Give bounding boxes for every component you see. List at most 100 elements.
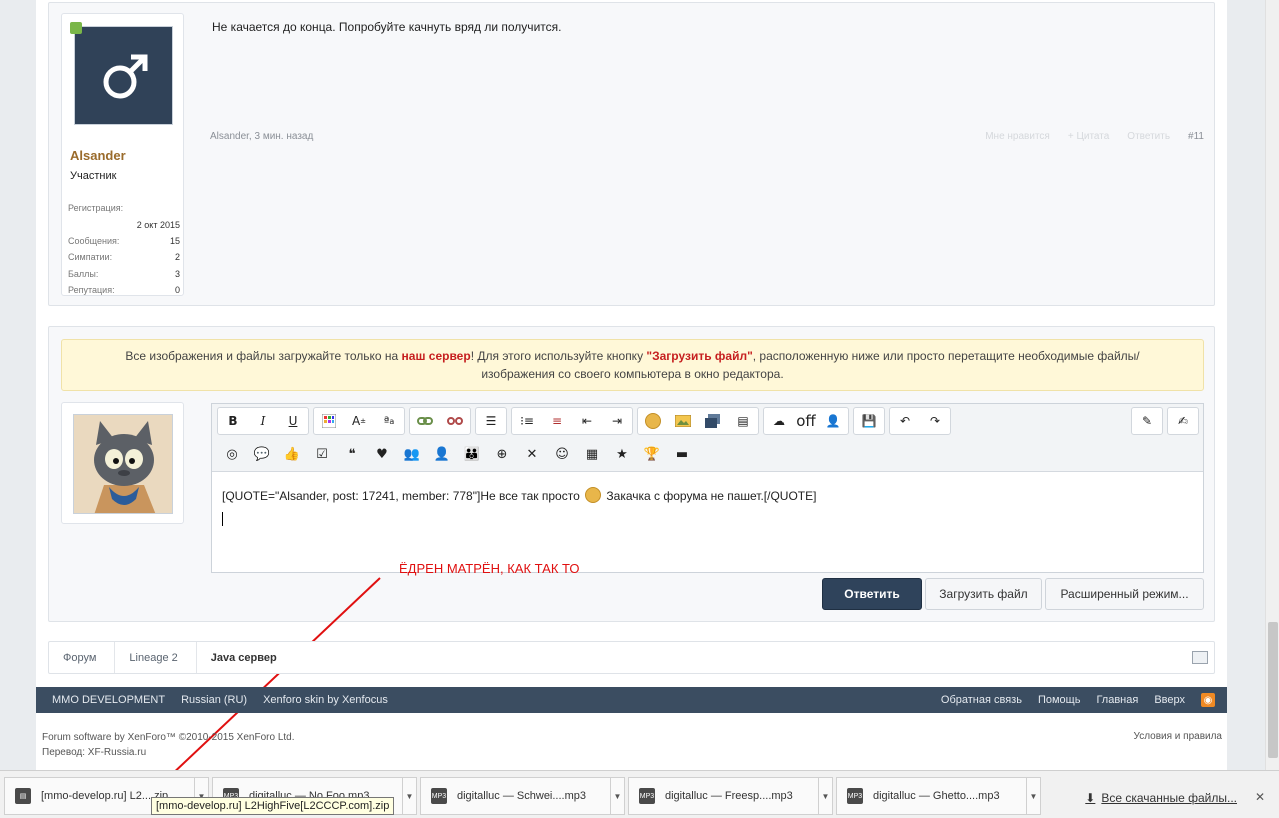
stat-label: Симпатии: bbox=[68, 252, 113, 263]
notice-text: Все изображения и файлы загружайте тольк… bbox=[125, 349, 402, 363]
font-group: A ± ªa bbox=[313, 407, 405, 435]
footer-feedback[interactable]: Обратная связь bbox=[941, 694, 1022, 706]
calendar-icon[interactable]: ▦ bbox=[577, 441, 607, 467]
folder-icon[interactable]: ▬ bbox=[667, 441, 697, 467]
forum-post: Alsander Участник Регистрация: 2 окт 201… bbox=[48, 2, 1215, 306]
bullet-list-icon[interactable]: ⁝≡ bbox=[512, 408, 542, 434]
footer-skin[interactable]: Xenforo skin by Xenfocus bbox=[263, 694, 388, 706]
image-icon[interactable] bbox=[668, 408, 698, 434]
thumbs-up-icon[interactable]: 👍 bbox=[277, 441, 307, 467]
redo-icon[interactable]: ↷ bbox=[920, 408, 950, 434]
chevron-down-icon[interactable]: ▼ bbox=[610, 778, 624, 814]
save-draft-icon[interactable]: 💾 bbox=[854, 408, 884, 434]
footer-bar: MMO DEVELOPMENT Russian (RU) Xenforo ski… bbox=[36, 687, 1227, 713]
chevron-down-icon[interactable]: ▼ bbox=[1026, 778, 1040, 814]
close-icon[interactable]: ✕ bbox=[517, 441, 547, 467]
breadcrumb-java-server[interactable]: Java сервер bbox=[197, 642, 295, 673]
align-group: ☰ bbox=[475, 407, 507, 435]
group-icon[interactable]: 👥 bbox=[397, 441, 427, 467]
heart-icon[interactable]: ♥ bbox=[367, 441, 397, 467]
code-icon[interactable]: ▤ bbox=[728, 408, 758, 434]
user-add-icon[interactable]: ⊕ bbox=[487, 441, 517, 467]
eraser-group: ✎ bbox=[1131, 407, 1163, 435]
off-button[interactable]: off bbox=[794, 408, 818, 434]
footer-right: Обратная связь Помощь Главная Вверх ◉ bbox=[941, 693, 1215, 707]
underline-button[interactable]: U bbox=[278, 408, 308, 434]
remove-format-icon[interactable]: ✎ bbox=[1132, 408, 1162, 434]
toggle-group: ✍ bbox=[1167, 407, 1199, 435]
download-filename: digitalluc — Freesp....mp3 bbox=[665, 790, 793, 802]
cloud-icon[interactable]: ☁ bbox=[764, 408, 794, 434]
download-arrow-icon: ⬇ bbox=[1085, 791, 1096, 805]
stat-value: 0 bbox=[174, 285, 180, 296]
online-status-icon bbox=[70, 22, 82, 34]
link-icon[interactable] bbox=[410, 408, 440, 434]
rss-icon[interactable]: ◉ bbox=[1201, 693, 1215, 707]
stat-value[interactable]: 15 bbox=[170, 236, 180, 246]
font-family-icon[interactable]: ªa bbox=[374, 408, 404, 434]
user-mention-icon[interactable]: 👤 bbox=[818, 408, 848, 434]
breadcrumb-lineage2[interactable]: Lineage 2 bbox=[115, 642, 197, 673]
advanced-mode-button[interactable]: Расширенный режим... bbox=[1045, 578, 1204, 610]
footer-help[interactable]: Помощь bbox=[1038, 694, 1081, 706]
download-item[interactable]: MP3 digitalluc — Freesp....mp3 ▼ bbox=[628, 777, 833, 815]
footer-language[interactable]: Russian (RU) bbox=[181, 694, 247, 706]
footer-top[interactable]: Вверх bbox=[1154, 694, 1185, 706]
unlink-icon[interactable] bbox=[440, 408, 470, 434]
breadcrumb-forum[interactable]: Форум bbox=[49, 642, 116, 673]
comments-icon[interactable]: 💬 bbox=[247, 441, 277, 467]
list-group: ⁝≡ ≡ ⇤ ⇥ bbox=[511, 407, 633, 435]
quote-link[interactable]: + Цитата bbox=[1068, 131, 1109, 142]
quote-icon[interactable]: ❝ bbox=[337, 441, 367, 467]
editor-content[interactable]: [QUOTE="Alsander, post: 17241, member: 7… bbox=[222, 487, 816, 503]
post-number[interactable]: #11 bbox=[1188, 131, 1204, 142]
undo-icon[interactable]: ↶ bbox=[890, 408, 920, 434]
username[interactable]: Alsander bbox=[70, 148, 126, 163]
notice-server-link[interactable]: наш сервер bbox=[402, 349, 471, 363]
smiley-icon[interactable] bbox=[638, 408, 668, 434]
download-filename: digitalluc — Ghetto....mp3 bbox=[873, 790, 1000, 802]
reply-link[interactable]: Ответить bbox=[1127, 131, 1170, 142]
notice-text-line2: изображения со своего компьютера в окно … bbox=[481, 367, 784, 381]
font-size-icon[interactable]: A ± bbox=[344, 408, 374, 434]
download-filename: [mmo-develop.ru] L2....zip bbox=[41, 790, 169, 802]
post-author-time[interactable]: Alsander, 3 мин. назад bbox=[210, 131, 313, 142]
upload-file-button[interactable]: Загрузить файл bbox=[925, 578, 1042, 610]
page-scrollbar[interactable] bbox=[1265, 0, 1279, 770]
avatar[interactable] bbox=[73, 414, 173, 514]
outdent-icon[interactable]: ⇤ bbox=[572, 408, 602, 434]
stat-value[interactable]: 3 bbox=[175, 269, 180, 279]
star-icon[interactable]: ★ bbox=[607, 441, 637, 467]
trophy-icon[interactable]: 🏆 bbox=[637, 441, 667, 467]
hide-icon[interactable]: ◎ bbox=[217, 441, 247, 467]
checkbox-icon[interactable]: ☑ bbox=[307, 441, 337, 467]
close-icon[interactable]: ✕ bbox=[1255, 790, 1265, 804]
smile-icon[interactable]: ☺ bbox=[547, 441, 577, 467]
users-icon[interactable]: 👪 bbox=[457, 441, 487, 467]
indent-icon[interactable]: ⇥ bbox=[602, 408, 632, 434]
italic-button[interactable]: I bbox=[248, 408, 278, 434]
toggle-bbcode-icon[interactable]: ✍ bbox=[1168, 408, 1198, 434]
like-link[interactable]: Мне нравится bbox=[985, 131, 1050, 142]
jump-menu-icon[interactable] bbox=[1192, 651, 1208, 664]
reply-button[interactable]: Ответить bbox=[822, 578, 922, 610]
color-palette-icon[interactable] bbox=[314, 408, 344, 434]
download-item[interactable]: MP3 digitalluc — Ghetto....mp3 ▼ bbox=[836, 777, 1041, 815]
download-item[interactable]: MP3 digitalluc — Schwei....mp3 ▼ bbox=[420, 777, 625, 815]
align-icon[interactable]: ☰ bbox=[476, 408, 506, 434]
chevron-down-icon[interactable]: ▼ bbox=[402, 778, 416, 814]
all-downloads-link[interactable]: ⬇ Все скачанные файлы... bbox=[1085, 791, 1237, 805]
footer-site-link[interactable]: MMO DEVELOPMENT bbox=[52, 694, 165, 706]
avatar[interactable] bbox=[74, 26, 173, 125]
footer-home[interactable]: Главная bbox=[1096, 694, 1138, 706]
bold-button[interactable]: B bbox=[218, 408, 248, 434]
copyright-line1[interactable]: Forum software by XenForo™ ©2010-2015 Xe… bbox=[42, 730, 295, 745]
scrollbar-thumb[interactable] bbox=[1268, 622, 1278, 758]
media-icon[interactable] bbox=[698, 408, 728, 434]
terms-link[interactable]: Условия и правила bbox=[1134, 731, 1222, 742]
toolbar-right: ✎ ✍ bbox=[1131, 407, 1199, 435]
chevron-down-icon[interactable]: ▼ bbox=[818, 778, 832, 814]
numbered-list-icon[interactable]: ≡ bbox=[542, 408, 572, 434]
user-icon[interactable]: 👤 bbox=[427, 441, 457, 467]
copyright-line2[interactable]: Перевод: XF-Russia.ru bbox=[42, 745, 295, 760]
